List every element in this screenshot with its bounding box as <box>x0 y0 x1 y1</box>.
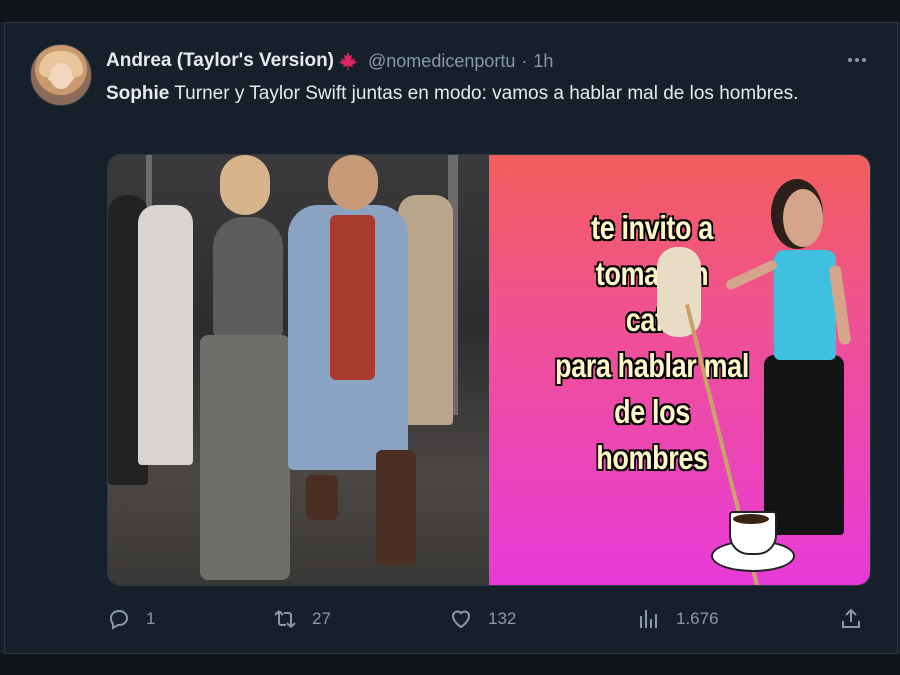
more-icon[interactable] <box>842 48 872 72</box>
top-strip <box>0 0 900 22</box>
meme-line: de los <box>614 393 690 430</box>
share-icon <box>838 606 864 632</box>
more-dot <box>848 58 852 62</box>
taylor-dress <box>330 215 375 380</box>
background-person <box>138 205 193 465</box>
retweet-button[interactable]: 27 <box>272 604 331 634</box>
tweet-time[interactable]: 1h <box>533 51 553 72</box>
avatar-face <box>50 63 72 89</box>
tweet-media[interactable]: te invito a tomar un café para hablar ma… <box>107 154 871 586</box>
tweet-actions: 1 27 132 1.676 <box>106 604 866 634</box>
like-button[interactable]: 132 <box>448 604 516 634</box>
views-button[interactable]: 1.676 <box>636 604 719 634</box>
heart-icon <box>448 606 474 632</box>
avatar[interactable] <box>30 44 92 106</box>
meme-line: para hablar mal <box>555 347 749 384</box>
sophie-top <box>213 217 283 337</box>
bottom-strip <box>0 654 900 675</box>
like-count: 132 <box>488 609 517 628</box>
tweet-text-rest: Turner y Taylor Swift juntas en modo: va… <box>169 83 799 104</box>
media-photo-left[interactable] <box>108 155 489 585</box>
media-meme-right[interactable]: te invito a tomar un café para hablar ma… <box>489 155 870 585</box>
tweet-header: Andrea (Taylor's Version) @nomedicenport… <box>106 48 553 74</box>
taylor-boot <box>306 475 338 520</box>
author-handle[interactable]: @nomedicenportu <box>368 51 515 72</box>
share-button[interactable] <box>838 604 864 634</box>
taylor-head <box>328 155 378 210</box>
sophie-head <box>220 155 270 215</box>
mop-head <box>657 247 701 337</box>
retweet-count: 27 <box>312 609 331 628</box>
reply-icon <box>106 606 132 632</box>
more-dot <box>862 58 866 62</box>
maple-leaf-icon <box>338 51 358 71</box>
separator-dot: · <box>521 50 528 71</box>
woman-head <box>783 189 823 247</box>
more-dot <box>855 58 859 62</box>
tweet-text-bold: Sophie <box>106 83 170 104</box>
woman-legs <box>764 355 844 535</box>
views-icon <box>636 606 662 632</box>
meme-caption: te invito a tomar un café para hablar ma… <box>529 205 775 481</box>
views-count: 1.676 <box>676 609 719 628</box>
retweet-icon <box>272 606 298 632</box>
reply-button[interactable]: 1 <box>106 604 155 634</box>
woman-top <box>774 250 836 360</box>
coffee-surface <box>733 514 769 524</box>
reply-count: 1 <box>146 609 156 628</box>
meme-line: café <box>625 301 679 338</box>
meme-line: te invito a <box>591 209 713 246</box>
meme-line: hombres <box>596 439 708 476</box>
taylor-boot <box>376 450 416 565</box>
author-name[interactable]: Andrea (Taylor's Version) <box>106 50 334 72</box>
tweet-text: Sophie Turner y Taylor Swift juntas en m… <box>106 80 846 108</box>
sophie-pants <box>200 335 290 580</box>
meme-line: tomar un <box>595 255 709 292</box>
